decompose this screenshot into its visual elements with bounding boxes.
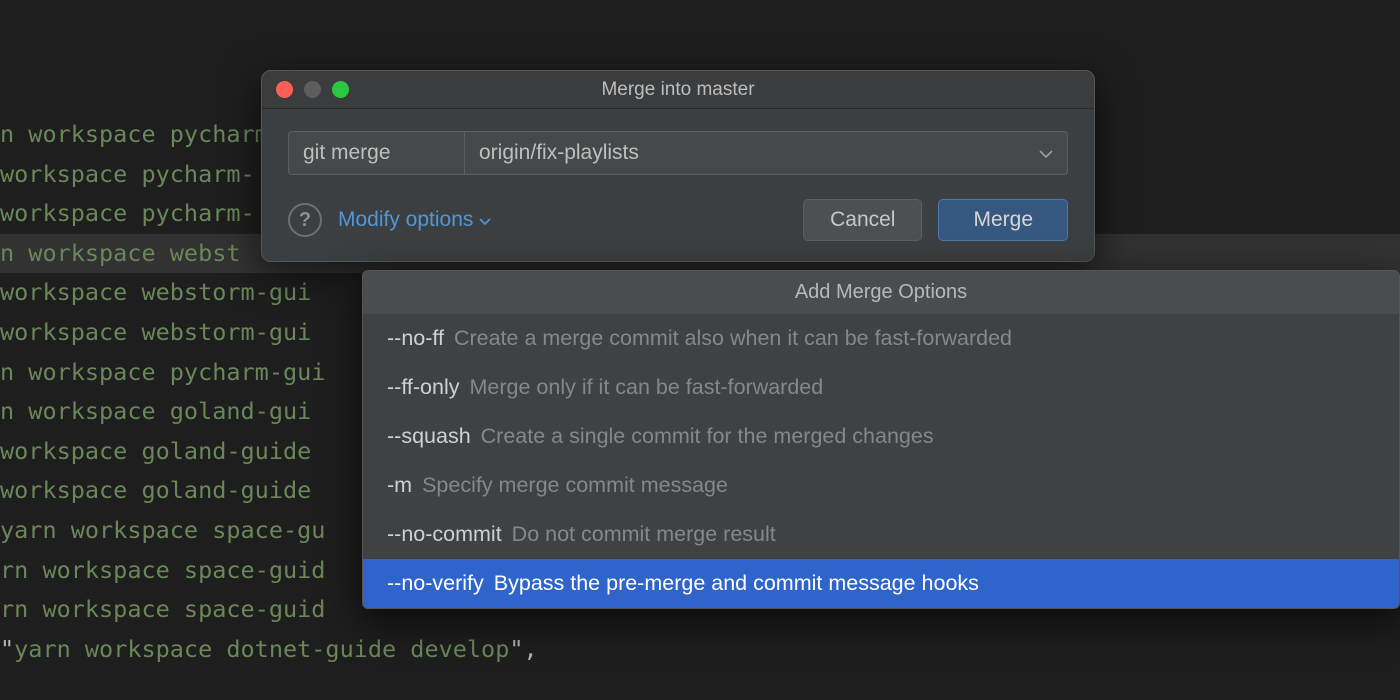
option-flag: --squash: [387, 424, 471, 449]
option-description: Specify merge commit message: [422, 473, 728, 498]
window-controls: [276, 81, 349, 98]
option-flag: -m: [387, 473, 412, 498]
dialog-titlebar: Merge into master: [262, 71, 1094, 109]
merge-options-popup: Add Merge Options --no-ff Create a merge …: [362, 270, 1400, 609]
merge-option-item[interactable]: --no-ff Create a merge commit also when i…: [363, 314, 1399, 363]
option-description: Merge only if it can be fast-forwarded: [469, 375, 823, 400]
chevron-down-icon: [1039, 145, 1053, 161]
merge-button[interactable]: Merge: [938, 199, 1068, 241]
merge-option-item[interactable]: --no-commit Do not commit merge result: [363, 510, 1399, 559]
modify-options-label: Modify options: [338, 208, 473, 232]
help-button[interactable]: ?: [288, 203, 322, 237]
option-flag: --ff-only: [387, 375, 459, 400]
option-description: Do not commit merge result: [512, 522, 776, 547]
chevron-down-icon: [479, 213, 491, 228]
option-flag: --no-commit: [387, 522, 502, 547]
command-row: git merge origin/fix-playlists: [288, 131, 1068, 175]
dialog-body: git merge origin/fix-playlists ? Modify …: [262, 109, 1094, 261]
merge-option-item[interactable]: -m Specify merge commit message: [363, 461, 1399, 510]
option-description: Create a single commit for the merged ch…: [481, 424, 934, 449]
editor-line: "yarn workspace dotnet-guide develop",: [0, 630, 1400, 670]
option-flag: --no-verify: [387, 571, 484, 596]
maximize-icon[interactable]: [332, 81, 349, 98]
option-description: Create a merge commit also when it can b…: [454, 326, 1012, 351]
command-prefix: git merge: [288, 131, 464, 175]
dialog-title: Merge into master: [601, 79, 754, 101]
option-flag: --no-ff: [387, 326, 444, 351]
action-row: ? Modify options Cancel Merge: [288, 199, 1068, 241]
close-icon[interactable]: [276, 81, 293, 98]
merge-option-item[interactable]: --ff-only Merge only if it can be fast-fo…: [363, 363, 1399, 412]
popup-header: Add Merge Options: [363, 271, 1399, 314]
merge-option-item[interactable]: --squash Create a single commit for the m…: [363, 412, 1399, 461]
branch-selector[interactable]: origin/fix-playlists: [464, 131, 1068, 175]
modify-options-link[interactable]: Modify options: [338, 208, 491, 232]
merge-option-item[interactable]: --no-verify Bypass the pre-merge and comm…: [363, 559, 1399, 608]
cancel-button[interactable]: Cancel: [803, 199, 922, 241]
branch-name: origin/fix-playlists: [479, 141, 639, 165]
merge-dialog: Merge into master git merge origin/fix-p…: [261, 70, 1095, 262]
option-description: Bypass the pre-merge and commit message …: [494, 571, 979, 596]
minimize-icon[interactable]: [304, 81, 321, 98]
